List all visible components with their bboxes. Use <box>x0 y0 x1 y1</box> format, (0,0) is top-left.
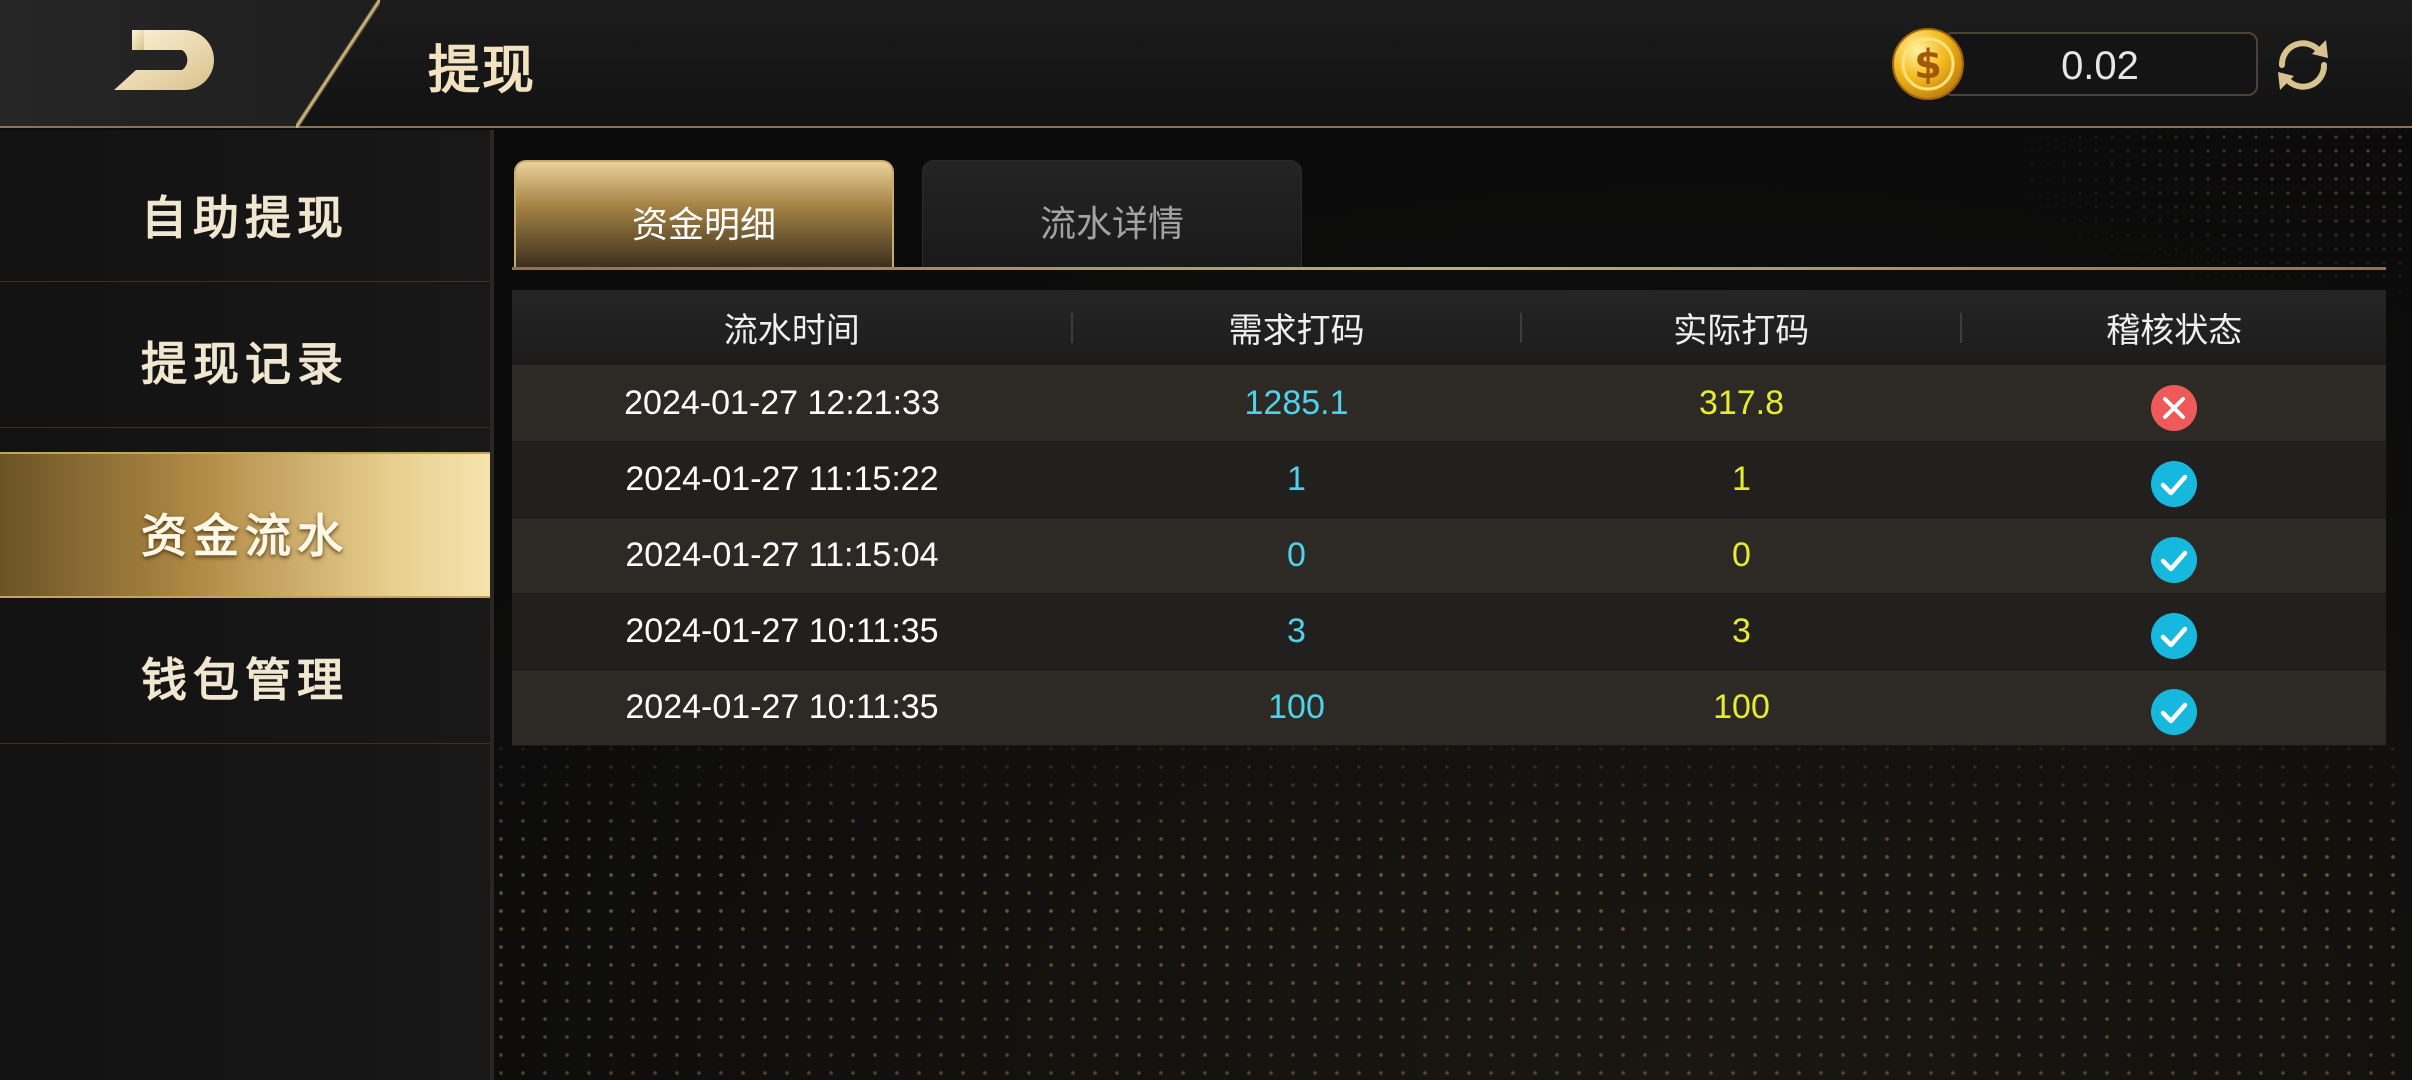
sidebar-item-label: 钱包管理 <box>141 653 349 707</box>
svg-text:$: $ <box>1914 42 1942 88</box>
tab-underline <box>512 267 2386 270</box>
sidebar-item-withdraw-records[interactable]: 提现记录 <box>0 282 490 428</box>
sidebar-item-funds-flow[interactable]: 资金流水 <box>0 452 490 598</box>
back-button[interactable] <box>110 26 220 98</box>
column-header-actual: 实际打码 <box>1673 311 1810 351</box>
cell-status <box>1962 680 2386 736</box>
cell-required: 100 <box>1268 688 1325 726</box>
column-header-required: 需求打码 <box>1228 311 1365 351</box>
coin-icon: $ <box>1890 26 1966 102</box>
cell-time: 2024-01-27 12:21:33 <box>624 384 940 422</box>
header-bar: 提现 0.02 $ <box>0 0 2412 128</box>
tab-funds-detail[interactable]: 资金明细 <box>514 160 894 268</box>
column-header-status: 稽核状态 <box>2106 311 2243 351</box>
column-header-time: 流水时间 <box>723 311 860 351</box>
cell-required: 1285.1 <box>1244 384 1349 422</box>
app-root: 提现 0.02 $ 自助提现 提现记录 资金流水 钱包管理 资金明细 流水详情 … <box>0 0 2412 1080</box>
check-icon <box>2151 536 2197 583</box>
balance-display: 0.02 <box>1942 32 2258 96</box>
cell-required: 3 <box>1287 612 1306 650</box>
fail-x-icon <box>2151 384 2197 431</box>
funds-table: 流水时间 需求打码 实际打码 稽核状态 2024-01-27 12:21:33 … <box>512 290 2386 746</box>
sidebar-item-label: 提现记录 <box>141 337 349 391</box>
sidebar-item-label: 资金流水 <box>141 509 349 563</box>
table-row: 2024-01-27 12:21:33 1285.1 317.8 <box>512 366 2386 442</box>
refresh-button[interactable] <box>2268 30 2338 100</box>
sidebar-item-label: 自助提现 <box>141 191 349 245</box>
cell-actual: 100 <box>1713 688 1770 726</box>
table-row: 2024-01-27 10:11:35 3 3 <box>512 594 2386 670</box>
table-header: 流水时间 需求打码 实际打码 稽核状态 <box>512 290 2386 366</box>
cell-required: 1 <box>1287 460 1306 498</box>
sidebar: 自助提现 提现记录 资金流水 钱包管理 <box>0 130 494 1080</box>
cell-time: 2024-01-27 11:15:04 <box>625 536 939 574</box>
cell-actual: 3 <box>1732 612 1751 650</box>
background-dots <box>490 740 2412 1080</box>
balance-value: 0.02 <box>2061 44 2139 88</box>
cell-actual: 0 <box>1732 536 1751 574</box>
tab-label: 流水详情 <box>1039 204 1184 245</box>
sidebar-item-self-withdraw[interactable]: 自助提现 <box>0 136 490 282</box>
refresh-icon <box>2278 40 2328 90</box>
cell-actual: 317.8 <box>1698 384 1785 422</box>
cell-status <box>1962 376 2386 432</box>
background-dots-top <box>1992 130 2412 310</box>
cell-time: 2024-01-27 10:11:35 <box>625 612 939 650</box>
tab-flow-detail[interactable]: 流水详情 <box>922 160 1302 268</box>
sidebar-item-wallet-management[interactable]: 钱包管理 <box>0 598 490 744</box>
table-row: 2024-01-27 10:11:35 100 100 <box>512 670 2386 746</box>
table-row: 2024-01-27 11:15:22 1 1 <box>512 442 2386 518</box>
tab-label: 资金明细 <box>631 205 776 246</box>
back-arrow-icon <box>114 30 214 90</box>
cell-required: 0 <box>1287 536 1306 574</box>
cell-actual: 1 <box>1732 460 1751 498</box>
cell-status <box>1962 604 2386 660</box>
cell-status <box>1962 452 2386 508</box>
check-icon <box>2151 460 2197 507</box>
check-icon <box>2151 688 2197 735</box>
page-title: 提现 <box>428 41 537 101</box>
cell-status <box>1962 528 2386 584</box>
cell-time: 2024-01-27 11:15:22 <box>625 460 939 498</box>
check-icon <box>2151 612 2197 659</box>
table-row: 2024-01-27 11:15:04 0 0 <box>512 518 2386 594</box>
cell-time: 2024-01-27 10:11:35 <box>625 688 939 726</box>
header-divider <box>296 0 380 128</box>
